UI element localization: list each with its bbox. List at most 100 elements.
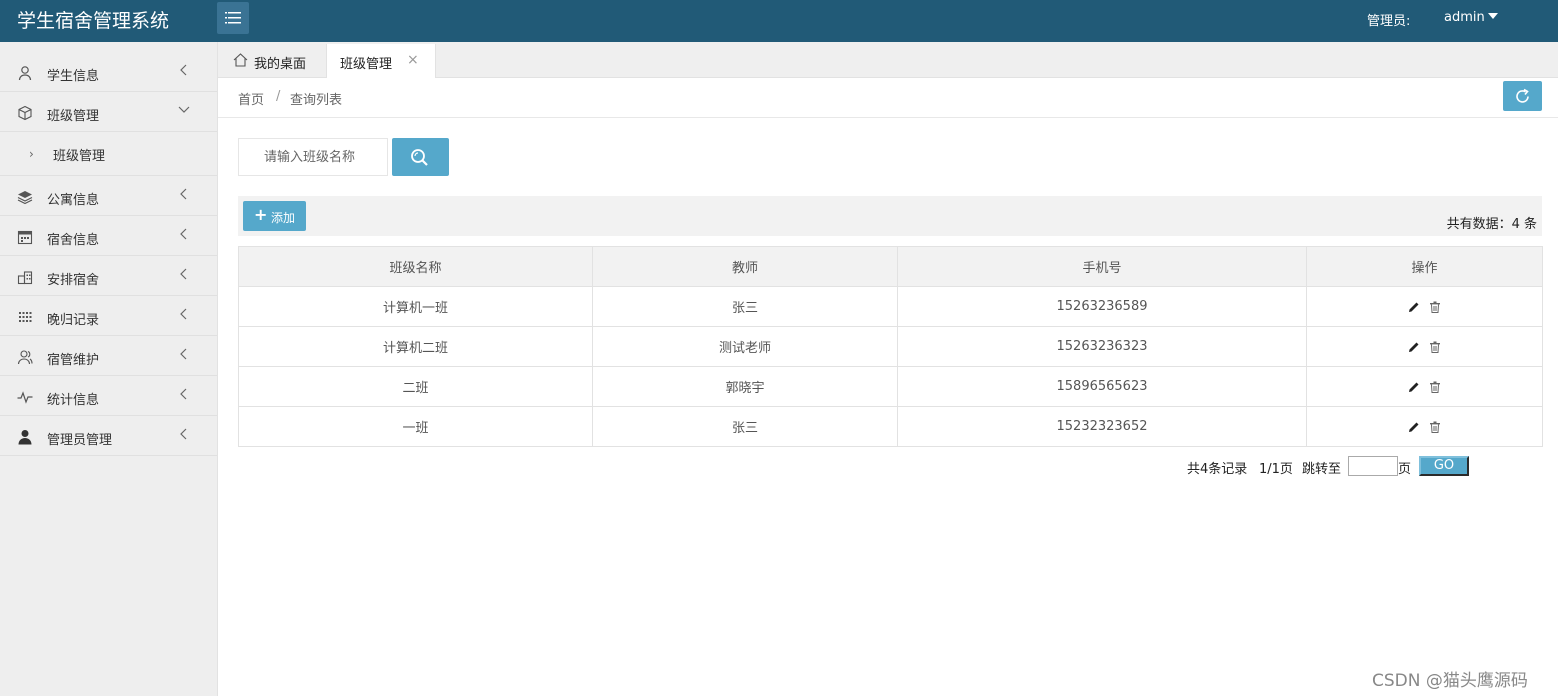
add-button-label: 添加 — [271, 211, 296, 225]
sidebar-item-student-info[interactable]: 学生信息 — [0, 52, 217, 92]
column-header: 操作 — [1306, 246, 1543, 287]
sidebar-item-dorm-keeper[interactable]: 宿管维护 — [0, 336, 217, 376]
admin-user-menu[interactable]: admin — [1444, 10, 1485, 25]
edit-icon[interactable] — [1408, 341, 1420, 353]
admin-user-icon — [18, 430, 32, 445]
chevron-left-icon — [180, 308, 187, 320]
sidebar-item-label: 管理员管理 — [47, 433, 113, 448]
refresh-icon — [1516, 88, 1529, 103]
cell-actions — [1306, 366, 1543, 407]
cell-class-name: 二班 — [238, 366, 593, 407]
home-icon — [233, 53, 248, 67]
sidebar-item-label: 公寓信息 — [47, 193, 100, 208]
watermark: CSDN @猫头鹰源码 — [1372, 671, 1528, 691]
refresh-button[interactable] — [1503, 81, 1542, 111]
sidebar-item-label: 宿管维护 — [47, 353, 100, 368]
plus-icon: + — [254, 205, 268, 224]
cell-actions — [1306, 286, 1543, 327]
menu-toggle-button[interactable] — [217, 2, 249, 34]
pager-jump-label: 跳转至 — [1302, 462, 1342, 477]
chevron-left-icon — [180, 228, 187, 240]
class-name-search-input[interactable] — [238, 138, 388, 176]
cell-teacher: 测试老师 — [592, 326, 898, 367]
sidebar-item-class-mgmt[interactable]: 班级管理 — [0, 92, 217, 132]
add-button[interactable]: + 添加 — [243, 201, 306, 231]
buildings-icon — [17, 271, 33, 285]
delete-icon[interactable] — [1429, 381, 1441, 393]
sidebar-item-label: 晚归记录 — [47, 313, 100, 328]
table-row: 二班 郭晓宇 15896565623 — [238, 366, 1543, 407]
table-row: 计算机一班 张三 15263236589 — [238, 286, 1543, 327]
chevron-left-icon — [180, 64, 187, 76]
sidebar-item-label: 班级管理 — [47, 109, 100, 124]
close-icon[interactable]: × — [407, 52, 419, 68]
sidebar-item-label: 学生信息 — [47, 69, 100, 84]
sidebar-item-label: 安排宿舍 — [47, 273, 100, 288]
cell-class-name: 计算机一班 — [238, 286, 593, 327]
chevron-left-icon — [180, 188, 187, 200]
delete-icon[interactable] — [1429, 421, 1441, 433]
edit-icon[interactable] — [1408, 381, 1420, 393]
sidebar-subitem-class-mgmt[interactable]: › 班级管理 — [0, 132, 217, 176]
chevron-left-icon — [180, 388, 187, 400]
breadcrumb-bar: 首页 / 查询列表 — [218, 78, 1558, 118]
pager-total: 共4条记录 — [1187, 462, 1248, 477]
chevron-left-icon — [180, 268, 187, 280]
column-header: 手机号 — [897, 246, 1307, 287]
cell-actions — [1306, 326, 1543, 367]
table-toolbar: + 添加 共有数据：4 条 — [238, 196, 1542, 236]
breadcrumb-current: 查询列表 — [290, 93, 343, 108]
cell-class-name: 一班 — [238, 406, 593, 447]
page-jump-input[interactable] — [1348, 456, 1398, 476]
edit-icon[interactable] — [1408, 301, 1420, 313]
layers-icon — [17, 191, 33, 205]
table-row: 计算机二班 测试老师 15263236323 — [238, 326, 1543, 367]
chevron-left-icon — [180, 348, 187, 360]
cell-phone: 15263236589 — [897, 286, 1307, 327]
cell-phone: 15232323652 — [897, 406, 1307, 447]
column-header: 教师 — [592, 246, 898, 287]
hamburger-icon — [225, 12, 241, 24]
table-row: 一班 张三 15232323652 — [238, 406, 1543, 447]
sidebar-item-late-return[interactable]: 晚归记录 — [0, 296, 217, 336]
go-button[interactable]: GO — [1419, 456, 1469, 476]
pager-unit: 页 — [1398, 462, 1412, 477]
class-table: 班级名称 教师 手机号 操作 计算机一班 张三 15263236589 计算机二… — [238, 246, 1543, 447]
cell-phone: 15263236323 — [897, 326, 1307, 367]
sidebar-item-label: 统计信息 — [47, 393, 100, 408]
tab-home[interactable]: 我的桌面 — [218, 44, 325, 78]
breadcrumb-separator: / — [276, 89, 281, 104]
cell-teacher: 郭晓宇 — [592, 366, 898, 407]
cell-class-name: 计算机二班 — [238, 326, 593, 367]
sidebar-item-arrange-dorm[interactable]: 安排宿舍 — [0, 256, 217, 296]
breadcrumb-home[interactable]: 首页 — [238, 89, 264, 108]
cube-icon — [18, 105, 32, 121]
tab-label: 班级管理 — [340, 57, 393, 72]
sidebar-item-statistics[interactable]: 统计信息 — [0, 376, 217, 416]
chevron-right-icon: › — [29, 147, 34, 161]
edit-icon[interactable] — [1408, 421, 1420, 433]
tab-bar: 我的桌面 班级管理 × — [218, 42, 1558, 79]
chevron-left-icon — [180, 428, 187, 440]
table-header-row: 班级名称 教师 手机号 操作 — [238, 246, 1543, 287]
sidebar: 学生信息 班级管理 › 班级管理 公寓信息 宿舍信息 安排宿舍 晚归记录 宿管维… — [0, 42, 218, 696]
top-header: 学生宿舍管理系统 管理员: admin — [0, 0, 1558, 42]
delete-icon[interactable] — [1429, 301, 1441, 313]
caret-down-icon[interactable] — [1488, 13, 1498, 19]
grid-dots-icon — [19, 312, 32, 322]
users-icon — [17, 350, 33, 365]
delete-icon[interactable] — [1429, 341, 1441, 353]
sidebar-item-dorm-info[interactable]: 宿舍信息 — [0, 216, 217, 256]
total-count: 共有数据：4 条 — [1446, 217, 1537, 232]
search-button[interactable] — [392, 138, 449, 176]
sidebar-item-admin-mgmt[interactable]: 管理员管理 — [0, 416, 217, 456]
pager-page: 1/1页 — [1259, 462, 1293, 477]
sidebar-item-apartment-info[interactable]: 公寓信息 — [0, 176, 217, 216]
sidebar-item-label: 宿舍信息 — [47, 233, 100, 248]
tab-class-mgmt[interactable]: 班级管理 × — [326, 44, 436, 79]
cell-teacher: 张三 — [592, 286, 898, 327]
cell-phone: 15896565623 — [897, 366, 1307, 407]
admin-label: 管理员: — [1367, 14, 1411, 29]
cell-actions — [1306, 406, 1543, 447]
chevron-down-icon — [178, 106, 190, 113]
